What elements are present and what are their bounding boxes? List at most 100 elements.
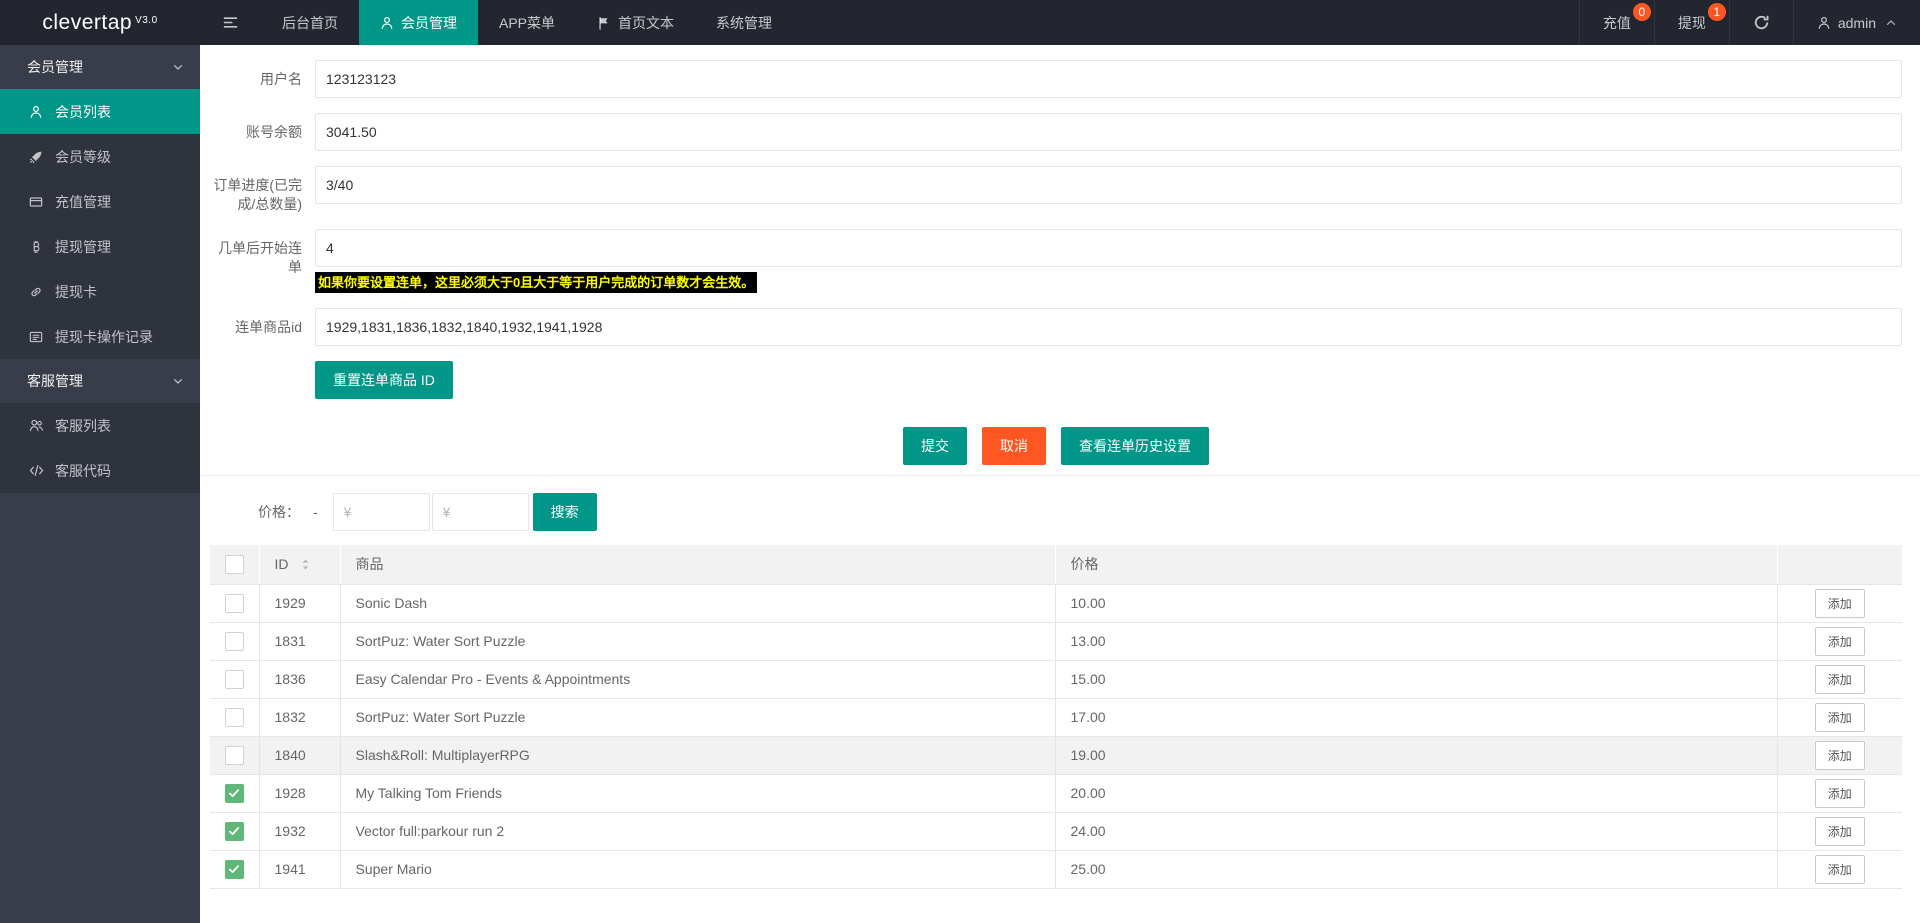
cell-price: 24.00: [1054, 812, 1777, 851]
user-icon: [28, 105, 44, 119]
sidebar-group-service-admin[interactable]: 客服管理: [0, 359, 200, 403]
submit-button[interactable]: 提交: [903, 427, 967, 465]
form-row-username: 用户名: [210, 60, 1902, 98]
row-checkbox[interactable]: [224, 593, 244, 613]
add-button[interactable]: 添加: [1814, 664, 1865, 694]
sidebar-group-items: 会员列表会员等级充值管理 提现管理 提现卡提现卡操作记录: [0, 89, 200, 359]
refresh-icon: [1753, 14, 1770, 31]
view-chain-history-button[interactable]: 查看连单历史设置: [1061, 427, 1209, 465]
cell-id: 1929: [258, 584, 340, 623]
sidebar: 会员管理会员列表会员等级充值管理 提现管理 提现卡提现卡操作记录客服管理客服列表客服…: [0, 45, 200, 923]
sidebar-item-withdraw-card-log[interactable]: 提现卡操作记录: [0, 314, 200, 359]
add-button[interactable]: 添加: [1814, 588, 1865, 618]
sort-icon[interactable]: [298, 557, 313, 572]
select-all-checkbox[interactable]: [224, 554, 244, 574]
cancel-button[interactable]: 取消: [982, 427, 1046, 465]
topbar-withdraw[interactable]: 提现 1: [1653, 0, 1729, 45]
cell-id: 1840: [258, 736, 340, 775]
topbar-nav-home-text[interactable]: 首页文本: [576, 0, 695, 45]
row-checkbox[interactable]: [224, 821, 244, 841]
reset-chain-ids-button[interactable]: 重置连单商品 ID: [315, 361, 453, 399]
price-max-input[interactable]: [431, 493, 529, 531]
sidebar-group-member-admin[interactable]: 会员管理: [0, 45, 200, 89]
chain-product-ids-label: 连单商品id: [235, 319, 302, 335]
sidebar-group-label: 会员管理: [27, 59, 83, 75]
cell-id: 1932: [258, 812, 340, 851]
form-actions: 提交 取消 查看连单历史设置: [210, 427, 1902, 465]
cell-price: 17.00: [1054, 698, 1777, 737]
price-min-input[interactable]: [332, 493, 430, 531]
table-row: 1932 Vector full:parkour run 2 24.00 添加: [210, 812, 1902, 851]
topbar-nav-member-admin[interactable]: 会员管理: [359, 0, 478, 45]
sidebar-group-label: 客服管理: [27, 373, 83, 389]
sidebar-item-label: 提现卡操作记录: [55, 328, 153, 345]
withdraw-badge: 1: [1707, 3, 1726, 21]
topbar-recharge-label: 充值: [1602, 14, 1631, 31]
row-checkbox[interactable]: [224, 631, 244, 651]
rocket-icon: [28, 150, 44, 164]
balance-input[interactable]: [315, 113, 1902, 151]
sidebar-item-recharge-admin[interactable]: 充值管理: [0, 179, 200, 224]
app-logo: clevertap V3.0: [0, 0, 200, 45]
add-button[interactable]: 添加: [1814, 816, 1865, 846]
order-progress-label: 订单进度(已完成/总数量): [213, 177, 302, 212]
sidebar-item-withdraw-admin[interactable]: 提现管理: [0, 224, 200, 269]
chain-start-input[interactable]: [315, 229, 1902, 267]
list-icon: [28, 330, 44, 344]
topbar-admin[interactable]: admin: [1792, 0, 1920, 45]
sidebar-item-service-list[interactable]: 客服列表: [0, 403, 200, 448]
table-row: 1928 My Talking Tom Friends 20.00 添加: [210, 774, 1902, 813]
header-price: 价格: [1054, 545, 1777, 585]
order-progress-input[interactable]: [315, 166, 1902, 204]
sidebar-item-member-list[interactable]: 会员列表: [0, 89, 200, 134]
add-button[interactable]: 添加: [1814, 854, 1865, 884]
add-button[interactable]: 添加: [1814, 778, 1865, 808]
card-icon: [28, 195, 44, 209]
sidebar-item-member-level[interactable]: 会员等级: [0, 134, 200, 179]
price-range-dash: -: [313, 504, 318, 520]
sidebar-item-label: 会员等级: [55, 148, 111, 165]
cell-price: 10.00: [1054, 584, 1777, 623]
table-row: 1929 Sonic Dash 10.00 添加: [210, 584, 1902, 623]
price-filter: 价格： - 搜索: [210, 485, 1902, 531]
add-button[interactable]: 添加: [1814, 740, 1865, 770]
add-button[interactable]: 添加: [1814, 626, 1865, 656]
sidebar-item-withdraw-card[interactable]: 提现卡: [0, 269, 200, 314]
row-checkbox[interactable]: [224, 745, 244, 765]
topbar-nav-label: 后台首页: [282, 14, 338, 31]
header-id: ID: [258, 545, 340, 585]
cell-product: Vector full:parkour run 2: [339, 812, 1055, 851]
menu-toggle[interactable]: [200, 0, 261, 45]
cell-price: 15.00: [1054, 660, 1777, 699]
cell-id: 1836: [258, 660, 340, 699]
row-checkbox[interactable]: [224, 707, 244, 727]
form-row-balance: 账号余额: [210, 113, 1902, 151]
topbar-nav-app-menu[interactable]: APP菜单: [478, 0, 576, 45]
row-checkbox[interactable]: [224, 783, 244, 803]
recharge-badge: 0: [1632, 3, 1651, 21]
cell-product: SortPuz: Water Sort Puzzle: [339, 698, 1055, 737]
topbar-refresh-button[interactable]: [1728, 0, 1793, 45]
topbar-recharge[interactable]: 充值 0: [1578, 0, 1654, 45]
cell-price: 25.00: [1054, 850, 1777, 889]
cell-id: 1831: [258, 622, 340, 661]
table-row: 1831 SortPuz: Water Sort Puzzle 13.00 添加: [210, 622, 1902, 661]
cell-product: Slash&Roll: MultiplayerRPG: [339, 736, 1055, 775]
topbar-admin-label: admin: [1837, 14, 1876, 31]
username-input[interactable]: [315, 60, 1902, 98]
row-checkbox[interactable]: [224, 859, 244, 879]
topbar-nav-dashboard[interactable]: 后台首页: [261, 0, 359, 45]
sidebar-item-service-code[interactable]: 客服代码: [0, 448, 200, 493]
row-checkbox[interactable]: [224, 669, 244, 689]
header-product: 商品: [339, 545, 1055, 585]
topbar-right: 充值 0 提现 1 admin: [1578, 0, 1920, 45]
search-button[interactable]: 搜索: [532, 493, 597, 531]
chain-product-ids-input[interactable]: [315, 308, 1902, 346]
cell-product: My Talking Tom Friends: [339, 774, 1055, 813]
topbar-nav-system-admin[interactable]: 系统管理: [695, 0, 793, 45]
price-filter-label: 价格：: [258, 504, 300, 520]
cell-price: 19.00: [1054, 736, 1777, 775]
add-button[interactable]: 添加: [1814, 702, 1865, 732]
table-row: 1840 Slash&Roll: MultiplayerRPG 19.00 添加: [210, 736, 1902, 775]
sidebar-item-label: 客服列表: [55, 417, 111, 434]
